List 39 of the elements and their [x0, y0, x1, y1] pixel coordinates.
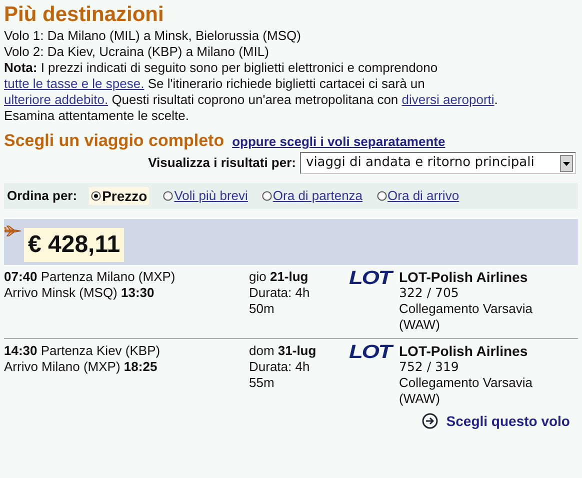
arrow-circle-icon[interactable]	[422, 413, 438, 429]
date-text: dom 31-lug	[249, 343, 318, 359]
connection-text: Collegamento Varsavia (WAW)	[399, 301, 534, 333]
note-link[interactable]: tutte le tasse e le spese.	[4, 76, 144, 91]
note-link[interactable]: ulteriore addebito.	[4, 92, 108, 107]
sort-option[interactable]: Ora di partenza	[272, 188, 363, 204]
arrival-text: Arrivo Milano (MXP) 18:25	[4, 359, 158, 375]
duration-text: Durata: 4h 50m	[249, 285, 311, 317]
duration-text: Durata: 4h 55m	[249, 359, 311, 391]
radio-button[interactable]	[163, 191, 174, 201]
note-link[interactable]: diversi aeroporti	[402, 92, 494, 107]
view-select[interactable]: viaggi di andata e ritorno principali	[300, 152, 576, 174]
connection-text: Collegamento Varsavia (WAW)	[399, 375, 534, 407]
separate-flights-link[interactable]: oppure scegli i voli separatamente	[232, 134, 446, 150]
sort-option[interactable]: Ora di arrivo	[388, 188, 460, 204]
page-title: Più destinazioni	[4, 2, 165, 28]
section-title: Scegli un viaggio completo	[4, 131, 224, 151]
choose-flight-link[interactable]: Scegli questo volo	[446, 413, 570, 429]
sort-option[interactable]: Voli più brevi	[174, 188, 248, 204]
note-paragraph: Nota: I prezzi indicati di seguito sono per biglietti elettronici e comprendono tutte le tasse e le spese. Se l'itinerario richiede biglietti cartacei ci sarà un ulteriore addebito. Questi risultati coprono un'area metropolitana con diversi aeroporti. Esamina attentamente le scelte.	[4, 60, 499, 124]
departure-text: 14:30 Partenza Kiev (KBP)	[4, 343, 162, 359]
radio-button[interactable]	[376, 191, 387, 201]
flight-summary: Volo 2: Da Kiev, Ucraina (KBP) a Milano (MIL)	[4, 44, 270, 60]
radio-button[interactable]	[262, 191, 272, 201]
departure-text: 07:40 Partenza Milano (MXP)	[4, 269, 176, 285]
radio-button[interactable]	[91, 191, 102, 201]
flight-summary: Volo 1: Da Milano (MIL) a Minsk, Bielorussia (MSQ)	[4, 28, 302, 44]
airline-name: LOT-Polish Airlines	[399, 343, 529, 359]
flight-numbers: 752 / 319	[399, 359, 460, 375]
price-label: € 428,11	[24, 228, 124, 262]
airplane-icon	[4, 225, 22, 237]
view-label: Visualizza i risultati per:	[148, 155, 296, 171]
sort-label: Ordina per:	[7, 188, 78, 204]
airline-name: LOT-Polish Airlines	[399, 269, 529, 285]
arrival-text: Arrivo Minsk (MSQ) 13:30	[4, 285, 156, 301]
airline-logo: LOT	[349, 343, 391, 363]
date-text: gio 21-lug	[249, 269, 310, 285]
airline-logo: LOT	[349, 269, 391, 289]
flight-numbers: 322 / 705	[399, 285, 460, 301]
